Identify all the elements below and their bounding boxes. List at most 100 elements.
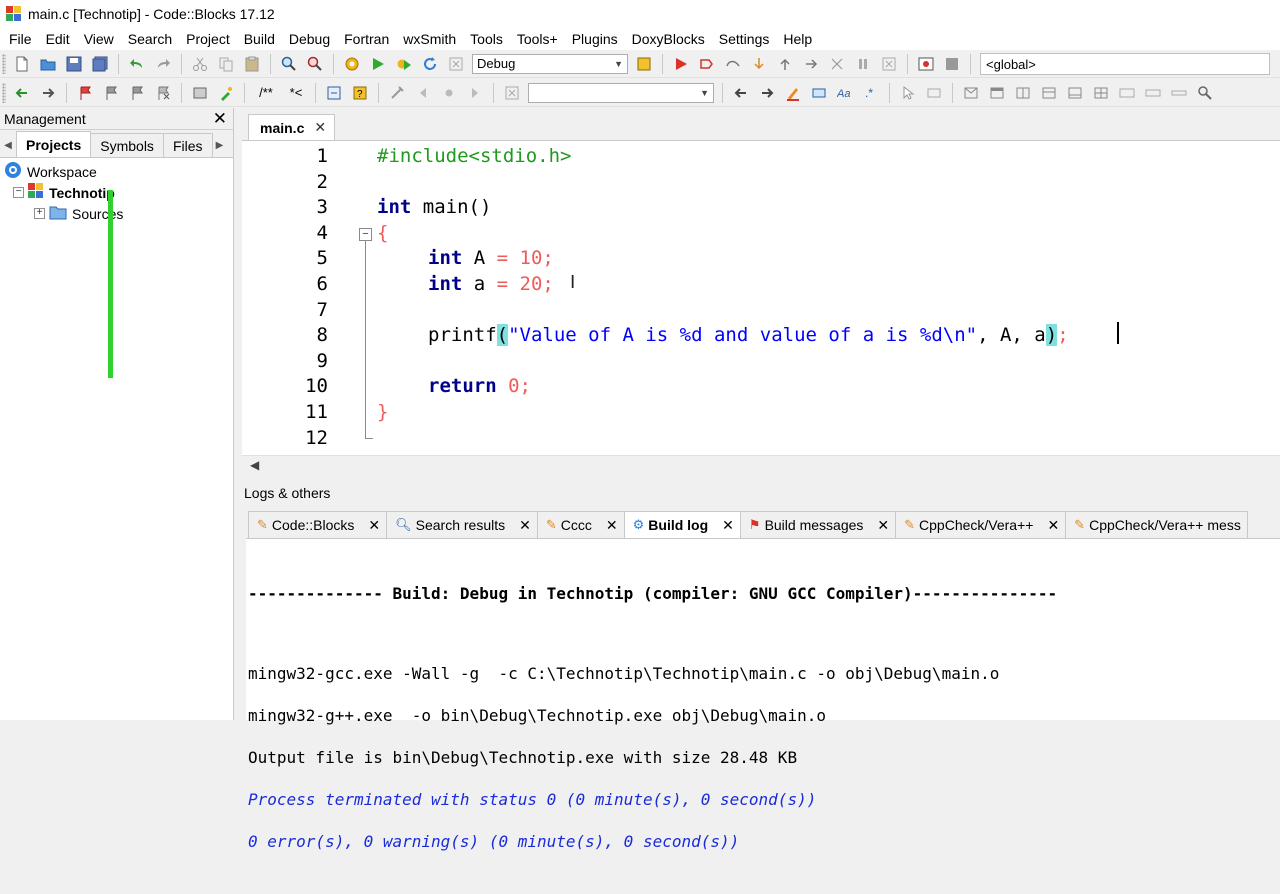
close-icon[interactable]: ✕ [213,109,227,129]
find-previous-icon[interactable] [730,82,752,104]
close-icon[interactable]: ✕ [1047,517,1059,534]
build-log-output[interactable]: -------------- Build: Debug in Technotip… [248,562,1057,894]
toolbar-grip[interactable] [2,82,6,103]
editor-tab-main-c[interactable]: main.c ✕ [248,114,336,140]
fold-collapse-icon[interactable]: − [359,228,372,241]
cut-icon[interactable] [189,53,211,75]
tab-files[interactable]: Files [162,133,213,157]
previous-bookmark-icon[interactable] [100,82,122,104]
block-comment-button[interactable]: /** [252,82,280,104]
match-case-icon[interactable]: Aa [834,82,856,104]
next-instruction-icon[interactable] [800,53,822,75]
line-comment-button[interactable]: *< [284,82,308,104]
open-file-icon[interactable] [37,53,59,75]
code-completion-tools-icon[interactable] [386,82,408,104]
menu-project[interactable]: Project [179,28,237,50]
menu-fortran[interactable]: Fortran [337,28,396,50]
menu-settings[interactable]: Settings [712,28,777,50]
tab-scroll-left-icon[interactable]: ◀ [0,133,16,157]
menu-wxsmith[interactable]: wxSmith [396,28,463,50]
run-to-cursor-icon[interactable] [696,53,718,75]
zoom-icon[interactable] [1194,82,1216,104]
layout-top-icon[interactable] [1038,82,1060,104]
select-pointer-icon[interactable] [897,82,919,104]
tab-codeblocks-log[interactable]: ✎ Code::Blocks ✕ [248,511,388,538]
rectangle-tool-icon[interactable] [923,82,945,104]
regex-icon[interactable]: .* [860,82,882,104]
selected-text-only-icon[interactable] [808,82,830,104]
rebuild-icon[interactable] [419,53,441,75]
menu-debug[interactable]: Debug [282,28,337,50]
tab-build-messages[interactable]: ⚑ Build messages ✕ [739,511,897,538]
tab-build-log[interactable]: ⚙ Build log ✕ [623,511,741,538]
new-file-icon[interactable] [11,53,33,75]
debug-windows-icon[interactable] [915,53,937,75]
tree-item-workspace[interactable]: Workspace [4,161,233,182]
code-editor[interactable]: 1 #include<stdio.h> 2 3 int main() 4{ 5 int… [242,144,1280,456]
incremental-search-input[interactable]: ▼ [528,82,714,103]
menu-edit[interactable]: Edit [39,28,77,50]
toggle-bookmark-icon[interactable] [74,82,96,104]
layout-narrow-icon[interactable] [1142,82,1164,104]
layout-grid-icon[interactable] [1090,82,1112,104]
build-target-select[interactable]: Debug ▼ [472,53,628,74]
layout-bottom-icon[interactable] [1064,82,1086,104]
various-info-icon[interactable] [941,53,963,75]
menu-plugins[interactable]: Plugins [565,28,625,50]
menu-tools[interactable]: Tools [463,28,510,50]
redo-icon[interactable] [152,53,174,75]
step-instruction-icon[interactable] [826,53,848,75]
next-bookmark-icon[interactable] [126,82,148,104]
chm-help-icon[interactable]: ? [349,82,371,104]
step-into-icon[interactable] [748,53,770,75]
close-icon[interactable]: ✕ [606,517,618,534]
source-doc-icon[interactable] [189,82,211,104]
tab-symbols[interactable]: Symbols [90,133,164,157]
menu-help[interactable]: Help [776,28,819,50]
menu-build[interactable]: Build [237,28,282,50]
layout-wide-icon[interactable] [1116,82,1138,104]
build-and-run-icon[interactable] [393,53,415,75]
find-next-icon[interactable] [756,82,778,104]
close-icon[interactable]: ✕ [722,517,734,534]
record-marker-icon[interactable] [438,82,460,104]
highlight-icon[interactable] [782,82,804,104]
tab-search-results[interactable]: 🔍︎ Search results ✕ [386,511,538,538]
menu-tools-plus[interactable]: Tools+ [510,28,565,50]
close-icon[interactable]: ✕ [368,517,380,534]
target-settings-icon[interactable] [633,53,655,75]
horizontal-scrollbar[interactable]: ◀ [242,455,1280,473]
debug-start-icon[interactable] [670,53,692,75]
stop-debug-icon[interactable] [878,53,900,75]
step-out-icon[interactable] [774,53,796,75]
menu-file[interactable]: File [2,28,39,50]
layout-split-icon[interactable] [1012,82,1034,104]
save-all-icon[interactable] [89,53,111,75]
paste-icon[interactable] [241,53,263,75]
menu-view[interactable]: View [77,28,121,50]
layout-envelope-icon[interactable] [960,82,982,104]
run-icon[interactable] [367,53,389,75]
run-doxywizard-icon[interactable] [215,82,237,104]
expand-icon[interactable]: + [34,208,45,219]
tab-cppcheck-vera[interactable]: ✎ CppCheck/Vera++ ✕ [895,511,1067,538]
tab-scroll-right-icon[interactable]: ▶ [212,133,228,157]
collapse-icon[interactable]: − [13,187,24,198]
pause-icon[interactable] [852,53,874,75]
layout-thin-icon[interactable] [1168,82,1190,104]
tree-item-sources[interactable]: + Sources [4,203,233,224]
close-icon[interactable]: ✕ [877,517,889,534]
find-icon[interactable] [278,53,300,75]
scroll-left-icon[interactable]: ◀ [250,458,259,472]
tab-projects[interactable]: Projects [16,131,92,157]
jump-right-icon[interactable] [464,82,486,104]
build-gear-icon[interactable] [341,53,363,75]
abort-icon[interactable] [445,53,467,75]
undo-icon[interactable] [126,53,148,75]
close-icon[interactable]: ✕ [314,119,326,136]
toolbar-grip[interactable] [2,53,6,74]
tab-cppcheck-vera-messages[interactable]: ✎ CppCheck/Vera++ mess [1065,511,1248,538]
copy-icon[interactable] [215,53,237,75]
jump-left-icon[interactable] [412,82,434,104]
html-doc-icon[interactable] [323,82,345,104]
